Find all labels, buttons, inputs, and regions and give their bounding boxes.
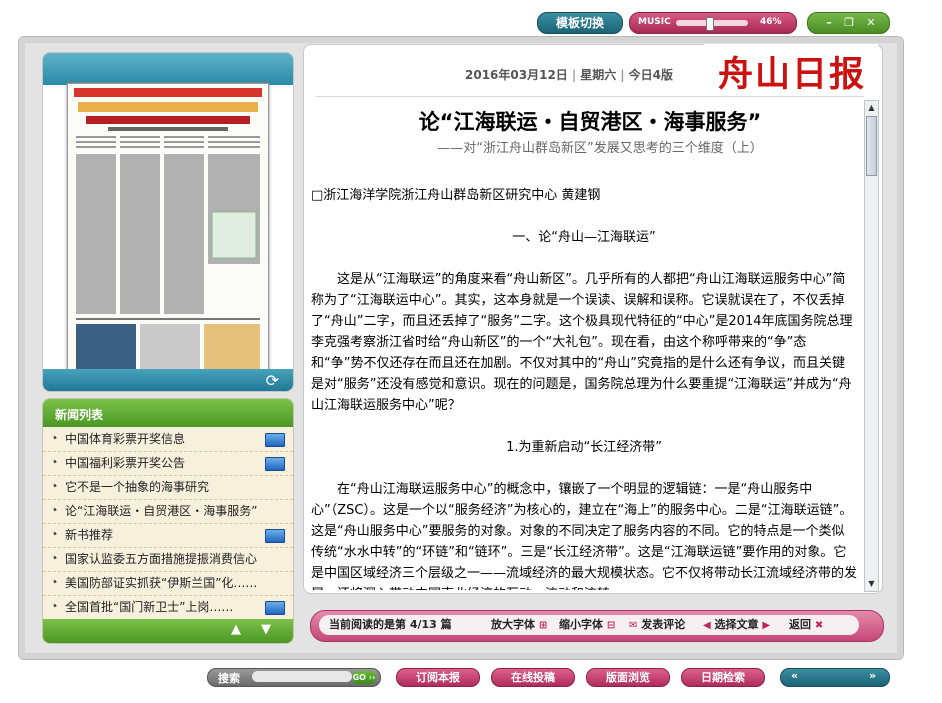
article-subtitle: ——对“浙江舟山群岛新区”发展又思考的三个维度（上） (437, 141, 763, 156)
online-submit-button[interactable]: 在线投稿 (491, 668, 575, 687)
scroll-down-icon[interactable]: ▼ (865, 577, 878, 590)
mail-icon: ✉ (629, 620, 638, 631)
bullet-icon: • (52, 553, 58, 564)
browse-layout-button[interactable]: 版面浏览 (586, 668, 670, 687)
window-controls: – ❐ ✕ (807, 12, 890, 34)
issue-pages: 今日4版 (628, 68, 673, 82)
article-title: 论“江海联运・自贸港区・海事服务” (418, 110, 762, 134)
header-divider (316, 96, 864, 97)
current-page-number: 4/13 (409, 618, 437, 631)
zoom-out-button[interactable]: 缩小字体 ⊟ (559, 615, 615, 636)
article-paragraph: 这是从“江海联运”的角度来看“舟山新区”。几乎所有的人都把“舟山江海联运服务中心… (311, 272, 853, 413)
music-volume-slider[interactable] (676, 17, 748, 31)
back-button[interactable]: 返回 ✖ (789, 615, 823, 636)
image-icon (265, 457, 285, 471)
bullet-icon: • (52, 433, 58, 444)
current-reading-label: 当前阅读的是第 4/13 篇 (329, 618, 452, 631)
news-item-label[interactable]: 它不是一个抽象的海事研究 (65, 475, 265, 499)
minus-icon: ⊟ (606, 620, 616, 631)
section-heading: 1.为重新启动“长江经济带” (506, 440, 662, 455)
right-arrow-icon: ▶ (762, 620, 771, 631)
select-article-button[interactable]: ◀ 选择文章 ▶ (703, 615, 770, 636)
music-volume-knob[interactable] (706, 17, 715, 31)
page-nav-arrows: « » (780, 668, 890, 687)
bullet-icon: • (52, 505, 58, 516)
next-page-icon[interactable]: » (869, 669, 876, 682)
news-list-header: 新闻列表 (43, 399, 293, 427)
logo-text: 舟山日报 (718, 54, 867, 95)
article-body: □浙江海洋学院浙江舟山群岛新区研究中心 黄建钢 一、论“舟山—江海联运” 这是从… (311, 185, 857, 590)
news-list-item[interactable]: • 全国首批“国门新卫士”上岗…… (43, 595, 293, 620)
news-item-label[interactable]: 中国体育彩票开奖信息 (65, 427, 265, 451)
thumbnail-footer: ⟳ (43, 369, 293, 391)
news-item-label[interactable]: 美国防部证实抓获“伊斯兰国”化…… (65, 571, 280, 595)
news-list-footer: ▲ ▼ (43, 619, 293, 643)
newspaper-page-image (74, 88, 262, 376)
search-label: 搜索 (218, 672, 240, 685)
search-input[interactable] (252, 671, 352, 682)
news-list-item[interactable]: • 论“江海联运・自贸港区・海事服务” (43, 499, 293, 524)
left-arrow-icon: ◀ (703, 620, 711, 631)
news-list-panel: 新闻列表 • 中国体育彩票开奖信息 • 中国福利彩票开奖公告 • 它不是一个抽象的海事… (42, 398, 294, 644)
news-list-item[interactable]: • 新书推荐 (43, 523, 293, 548)
section-heading: 一、论“舟山—江海联运” (512, 230, 656, 245)
news-list-item[interactable]: • 中国福利彩票开奖公告 (43, 451, 293, 476)
date-search-button[interactable]: 日期检索 (681, 668, 765, 687)
news-list-item[interactable]: • 国家认监委五方面措施提振消费信心 (43, 547, 293, 572)
image-icon (265, 529, 285, 543)
news-item-label[interactable]: 全国首批“国门新卫士”上岗…… (65, 595, 265, 619)
music-volume-value: 46% (760, 17, 782, 27)
music-control: MUSIC 46% (629, 12, 797, 34)
thumbnail-header (43, 53, 293, 85)
scroll-up-arrow-icon[interactable]: ▲ (231, 622, 241, 637)
news-list-item[interactable]: • 中国体育彩票开奖信息 (43, 427, 293, 452)
search-go-button[interactable]: GO ›› (352, 671, 376, 684)
minimize-icon[interactable]: – (822, 16, 836, 29)
news-list-item[interactable]: • 它不是一个抽象的海事研究 (43, 475, 293, 500)
article-paragraph: 在“舟山江海联运服务中心”的概念中，镶嵌了一个明显的逻辑链：一是“舟山服务中心”… (311, 482, 857, 590)
article-author: □浙江海洋学院浙江舟山群岛新区研究中心 黄建钢 (311, 188, 601, 203)
comment-button[interactable]: ✉ 发表评论 (629, 615, 685, 636)
news-item-label[interactable]: 中国福利彩票开奖公告 (65, 451, 265, 475)
zoom-in-button[interactable]: 放大字体 ⊞ (491, 615, 547, 636)
date-line: 2016年03月12日 | 星期六 | 今日4版 (465, 68, 673, 82)
close-icon[interactable]: ✕ (864, 16, 878, 29)
news-item-label[interactable]: 论“江海联运・自贸港区・海事服务” (65, 499, 280, 523)
article-toolbar: 当前阅读的是第 4/13 篇 放大字体 ⊞ 缩小字体 ⊟ ✉ 发表评论 ◀ 选择… (310, 610, 884, 642)
page-thumbnail[interactable] (67, 83, 269, 385)
bullet-icon: • (52, 601, 58, 612)
scroll-down-arrow-icon[interactable]: ▼ (261, 622, 271, 637)
issue-weekday: 星期六 (580, 68, 617, 82)
bullet-icon: • (52, 529, 58, 540)
image-icon (265, 433, 285, 447)
plus-icon: ⊞ (538, 620, 548, 631)
search-bar: 搜索 GO ›› (207, 668, 381, 687)
news-item-label[interactable]: 新书推荐 (65, 523, 265, 547)
news-list-title: 新闻列表 (55, 408, 104, 422)
restore-icon[interactable]: ❐ (842, 16, 856, 29)
music-label: MUSIC (638, 17, 671, 27)
issue-date: 2016年03月12日 (465, 68, 568, 82)
subscribe-button[interactable]: 订阅本报 (396, 668, 480, 687)
page-thumbnail-panel: ⟳ (42, 52, 294, 392)
article-scrollbar[interactable]: ▲ ▼ (864, 100, 879, 592)
prev-page-icon[interactable]: « (791, 669, 798, 682)
scroll-up-icon[interactable]: ▲ (865, 101, 878, 114)
bullet-icon: • (52, 481, 58, 492)
toolbar-strip: 当前阅读的是第 4/13 篇 放大字体 ⊞ 缩小字体 ⊟ ✉ 发表评论 ◀ 选择… (319, 615, 859, 635)
newspaper-logo: 舟山日报 (704, 44, 878, 95)
news-list-item[interactable]: • 美国防部证实抓获“伊斯兰国”化…… (43, 571, 293, 596)
image-icon (265, 601, 285, 615)
template-switch-button[interactable]: 模板切换 (537, 12, 623, 34)
close-icon: ✖ (814, 620, 824, 631)
news-item-label[interactable]: 国家认监委五方面措施提振消费信心 (65, 547, 280, 571)
refresh-icon[interactable]: ⟳ (266, 371, 279, 390)
bullet-icon: • (52, 457, 58, 468)
bullet-icon: • (52, 577, 58, 588)
scrollbar-thumb[interactable] (866, 116, 877, 176)
